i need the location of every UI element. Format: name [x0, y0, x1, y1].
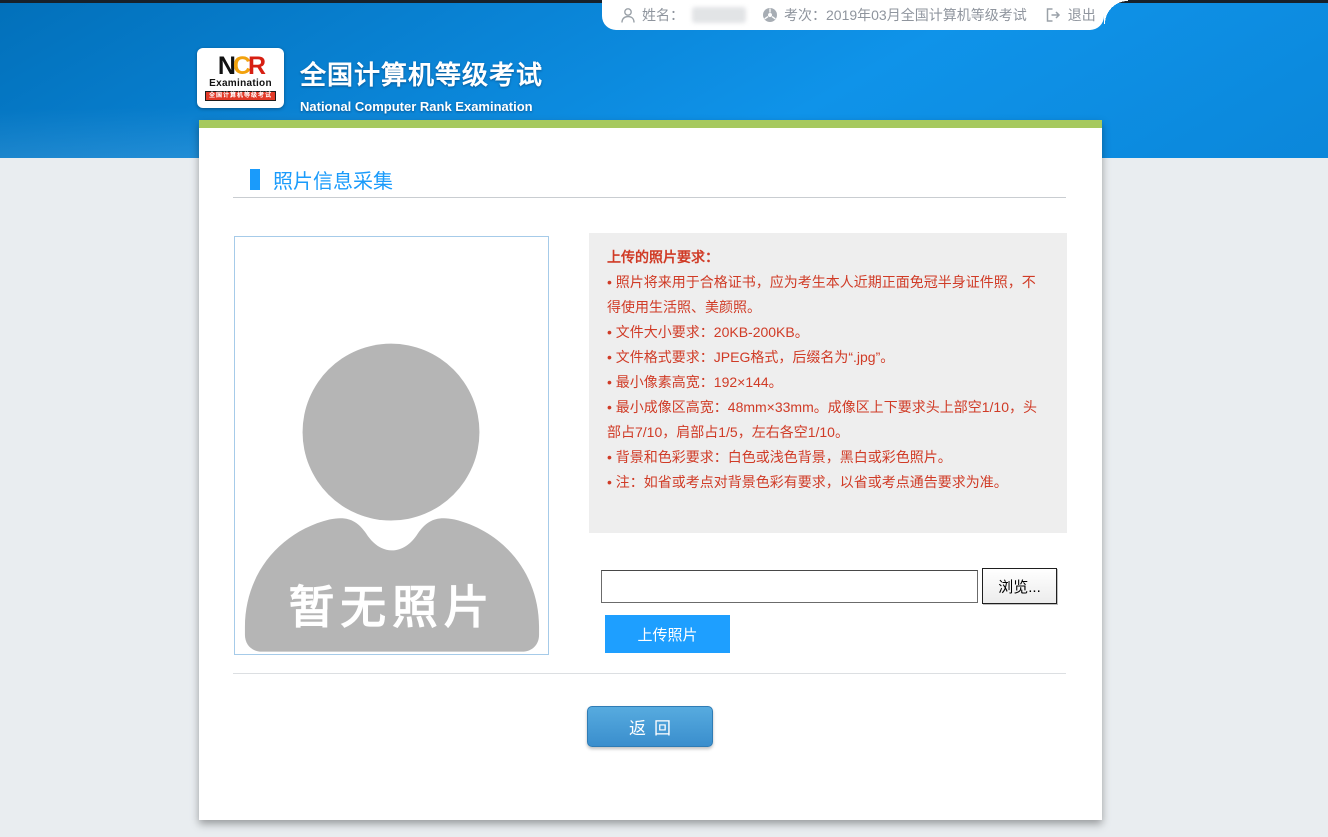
- requirement-item: • 注：如省或考点对背景色彩有要求，以省或考点通告要求为准。: [607, 470, 1049, 495]
- page-title: 照片信息采集: [273, 165, 393, 194]
- ncre-logo-letters: NCR: [218, 55, 263, 78]
- user-bar-corner: [1104, 0, 1128, 24]
- user-name-redacted: [692, 7, 746, 23]
- section-divider: [233, 673, 1066, 674]
- requirements-title: 上传的照片要求：: [607, 245, 1049, 270]
- browse-button[interactable]: 浏览...: [982, 568, 1057, 604]
- requirement-item: • 最小成像区高宽：48mm×33mm。成像区上下要求头上部空1/10，头部占7…: [607, 395, 1049, 445]
- requirement-item: • 照片将来用于合格证书，应为考生本人近期正面免冠半身证件照，不得使用生活照、美…: [607, 270, 1049, 320]
- file-path-input[interactable]: [601, 570, 978, 603]
- site-title-en: National Computer Rank Examination: [300, 99, 543, 114]
- ncre-logo-examination: Examination: [209, 78, 272, 89]
- ncre-logo: NCR Examination 全国计算机等级考试: [197, 48, 284, 108]
- logout-link[interactable]: 退出: [1045, 5, 1096, 25]
- photo-placeholder-text: 暂无照片: [289, 582, 496, 633]
- requirement-item: • 最小像素高宽：192×144。: [607, 370, 1049, 395]
- user-info-bar: 姓名： 考次： 2019年03月全国计算机等级考试 退出: [602, 0, 1104, 30]
- back-button[interactable]: 返回: [587, 706, 713, 747]
- logout-icon: [1045, 7, 1062, 23]
- requirement-item: • 文件格式要求：JPEG格式，后缀名为“.jpg”。: [607, 345, 1049, 370]
- section-title-accent-bar: [250, 169, 260, 190]
- user-name-label: 姓名：: [642, 5, 684, 25]
- requirement-item: • 背景和色彩要求：白色或浅色背景，黑白或彩色照片。: [607, 445, 1049, 470]
- content-card: 照片信息采集 暂无照片 上传的照片要求： • 照片将来用于合格证书，应为考生本人…: [199, 120, 1102, 820]
- site-title: 全国计算机等级考试 National Computer Rank Examina…: [300, 55, 543, 114]
- requirement-item: • 文件大小要求：20KB-200KB。: [607, 320, 1049, 345]
- exam-session-icon: [762, 7, 778, 23]
- title-divider: [233, 197, 1066, 198]
- upload-requirements-box: 上传的照片要求： • 照片将来用于合格证书，应为考生本人近期正面免冠半身证件照，…: [589, 233, 1067, 533]
- person-icon: [620, 7, 636, 24]
- page: 姓名： 考次： 2019年03月全国计算机等级考试 退出 NCR Examina…: [0, 0, 1328, 837]
- upload-photo-button[interactable]: 上传照片: [605, 615, 730, 653]
- exam-session-value: 2019年03月全国计算机等级考试: [826, 5, 1027, 25]
- logout-label: 退出: [1068, 5, 1096, 25]
- site-title-cn: 全国计算机等级考试: [300, 55, 543, 92]
- exam-session-label: 考次：: [784, 5, 826, 25]
- ncre-logo-strip: 全国计算机等级考试: [205, 91, 276, 101]
- avatar-head: [303, 344, 480, 521]
- section-header: 照片信息采集: [250, 165, 393, 194]
- photo-preview-box: 暂无照片: [234, 236, 549, 655]
